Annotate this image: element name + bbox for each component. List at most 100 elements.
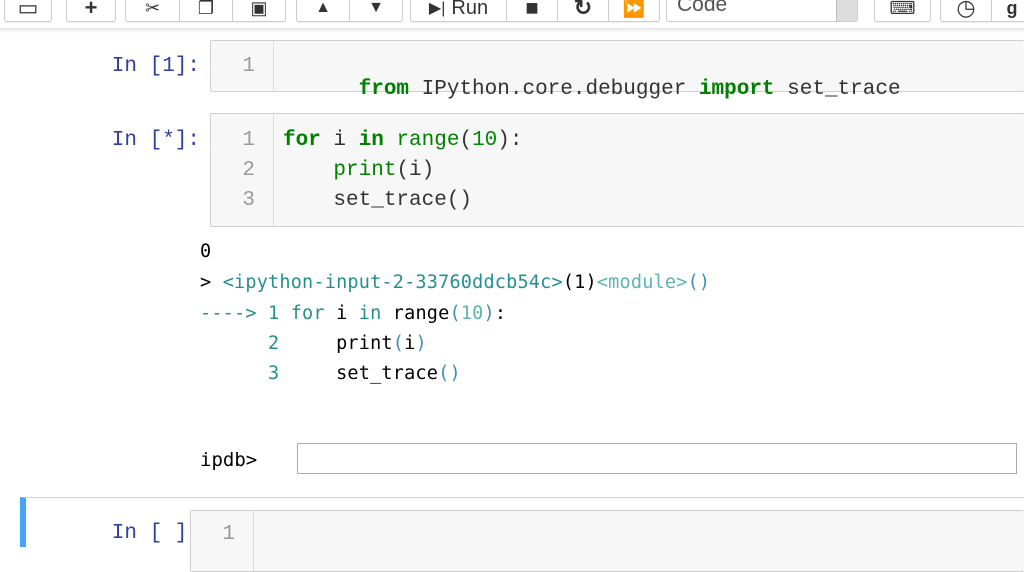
builtin: print (333, 159, 397, 182)
code-cell-2[interactable]: In [*]: 1 2 3 for i in range(10): print(… (20, 110, 1024, 228)
code-text: ): (497, 129, 523, 152)
debugger-location: > <ipython-input-2-33760ddcb54c>(1)<modu… (200, 272, 710, 293)
location-line: (1) (562, 272, 597, 293)
trace-line: 2 print(i) (200, 333, 427, 354)
location-func: <module> (596, 272, 688, 293)
code-text: i (320, 129, 359, 152)
trace-code: ) (415, 333, 427, 354)
history-button[interactable]: ◷ (941, 0, 992, 21)
code-line: for i in range(10): (283, 129, 523, 152)
save-button[interactable]: ▭ (5, 0, 51, 21)
code-line: print(i) (283, 159, 434, 182)
plus-icon: + (84, 0, 98, 20)
step-forward-icon: ▶| (428, 0, 446, 17)
restart-icon: ↻ (573, 0, 593, 20)
toolbar-shadow (0, 28, 1024, 33)
line-number-gutter: 1 2 3 (211, 114, 274, 226)
code-cell-1[interactable]: In [1]: 1 from IPython.core.debugger imp… (20, 38, 1024, 101)
run-button[interactable]: ▶| Run (411, 0, 507, 21)
code-text: ( (459, 129, 473, 152)
floppy-disk-icon: ▭ (17, 0, 39, 20)
command-palette-button[interactable]: ⌨ (875, 0, 930, 21)
insert-cell-button[interactable]: + (67, 0, 115, 21)
cell-prompt: In [ ]: (111, 522, 200, 545)
fast-forward-icon: ⏩ (622, 0, 646, 18)
paste-button[interactable]: ▣ (233, 0, 285, 21)
cell-type-value: Code (677, 0, 728, 16)
restart-button[interactable]: ↻ (558, 0, 609, 21)
restart-run-all-button[interactable]: ⏩ (609, 0, 659, 21)
trace-line: ----> 1 for i in range(10): (200, 303, 506, 324)
trace-code: 10 (460, 303, 484, 324)
trace-code: i (324, 303, 359, 324)
move-down-button[interactable]: ▼ (350, 0, 402, 21)
line-number: 1 (242, 55, 255, 78)
cell-prompt: In [1]: (111, 55, 200, 78)
current-line-marker: ----> (200, 303, 269, 324)
keyword: for (283, 129, 321, 152)
trace-code: for (279, 303, 325, 324)
trace-code: ( (392, 333, 405, 354)
cell-input[interactable]: 1 (190, 510, 1024, 572)
keyword: from (358, 78, 410, 101)
keyword: in (358, 129, 384, 152)
move-group: ▲ ▼ (296, 0, 403, 22)
chevron-down-icon (836, 0, 857, 21)
extension-button[interactable]: g (992, 0, 1024, 21)
cell-input[interactable]: 1 from IPython.core.debugger import set_… (210, 40, 1024, 101)
trace-code: print (279, 333, 393, 354)
line-number: 1 (222, 523, 235, 546)
trace-code: : (494, 303, 507, 324)
cut-button[interactable]: ✂ (126, 0, 180, 21)
cell-prompt: In [*]: (111, 129, 200, 152)
location-arrow: > (200, 272, 223, 293)
ipdb-input[interactable] (297, 443, 1017, 474)
code-text: set_trace (774, 78, 901, 101)
arrow-down-icon: ▼ (368, 0, 384, 16)
insert-group: + (66, 0, 116, 22)
trace-code: ) (483, 303, 495, 324)
interrupt-button[interactable]: ■ (507, 0, 558, 21)
run-label: Run (451, 0, 489, 19)
code-text: IPython.core.debugger (409, 78, 699, 101)
edit-group: ✂ ❐ ▣ (125, 0, 286, 22)
copy-icon: ❐ (197, 0, 215, 18)
paste-icon: ▣ (250, 0, 268, 18)
ipdb-prompt: ipdb> (200, 449, 258, 471)
code-text: (i) (396, 159, 435, 182)
trace-line-number: 2 (268, 333, 280, 354)
cell-input[interactable]: 1 2 3 for i in range(10): print(i) set_t… (210, 113, 1024, 227)
scissors-icon: ✂ (144, 0, 161, 18)
trace-code: () (438, 363, 461, 384)
save-group: ▭ (4, 0, 52, 22)
number: 10 (472, 129, 498, 152)
keyword: import (698, 78, 775, 101)
copy-button[interactable]: ❐ (180, 0, 233, 21)
keyboard-icon: ⌨ (889, 0, 916, 18)
stop-icon: ■ (525, 0, 539, 20)
extension-label: g (1006, 0, 1018, 18)
code-text: set_trace() (283, 189, 473, 212)
line-number: 1 (242, 129, 255, 152)
move-up-button[interactable]: ▲ (297, 0, 350, 21)
trace-code: ( (449, 303, 461, 324)
location-call: () (687, 272, 711, 293)
trace-line-number: 1 (268, 303, 280, 324)
line-number-gutter: 1 (191, 511, 254, 571)
trace-code: i (404, 333, 416, 354)
run-group: ▶| Run ■ ↻ ⏩ (410, 0, 660, 22)
trace-marker (200, 363, 268, 384)
line-number: 2 (242, 159, 255, 182)
clock-icon: ◷ (956, 0, 976, 20)
trace-code: set_trace (279, 363, 439, 384)
trace-line-number: 3 (268, 363, 280, 384)
palette-group: ⌨ (874, 0, 931, 22)
arrow-up-icon: ▲ (315, 0, 331, 16)
builtin: range (396, 129, 460, 152)
cell-type-select[interactable]: Code (666, 0, 858, 22)
printed-output: 0 (200, 241, 212, 262)
trace-marker (200, 333, 268, 354)
line-number: 3 (242, 189, 255, 212)
